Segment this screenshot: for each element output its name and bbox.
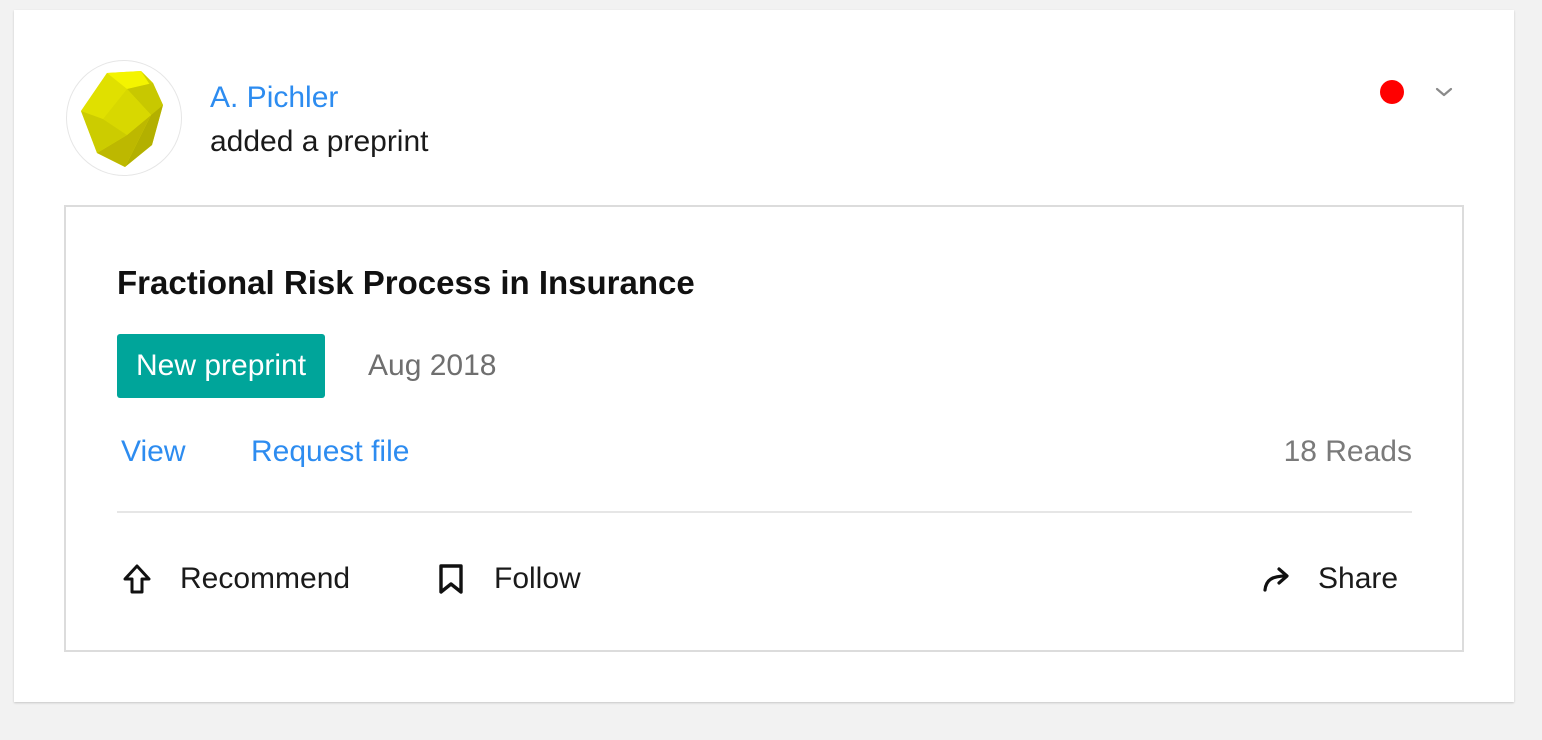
bookmark-icon (434, 562, 468, 596)
notification-dot (1380, 80, 1404, 104)
polyhedron-icon (81, 71, 163, 167)
reads-count: 18 Reads (1283, 435, 1412, 468)
author-name-link[interactable]: A. Pichler (210, 79, 338, 117)
request-file-link[interactable]: Request file (251, 432, 409, 472)
follow-button[interactable]: Follow (434, 557, 581, 601)
share-arrow-icon (1260, 562, 1294, 596)
status-badge: New preprint (117, 334, 326, 398)
feed-card: A. Pichler added a preprint Fractional R… (14, 10, 1514, 702)
divider (117, 511, 1412, 513)
recommend-button[interactable]: Recommend (120, 557, 350, 601)
arrow-up-icon (120, 562, 154, 596)
publication-title[interactable]: Fractional Risk Process in Insurance (117, 262, 695, 304)
view-link[interactable]: View (121, 432, 185, 472)
share-button[interactable]: Share (1260, 557, 1398, 601)
avatar[interactable] (66, 60, 182, 176)
activity-description: added a preprint (210, 125, 429, 158)
recommend-label: Recommend (180, 562, 351, 595)
publication-date: Aug 2018 (368, 349, 497, 382)
chevron-down-icon[interactable] (1432, 80, 1456, 104)
follow-label: Follow (494, 562, 581, 595)
share-label: Share (1318, 562, 1399, 595)
publication-card: Fractional Risk Process in Insurance New… (64, 205, 1464, 652)
